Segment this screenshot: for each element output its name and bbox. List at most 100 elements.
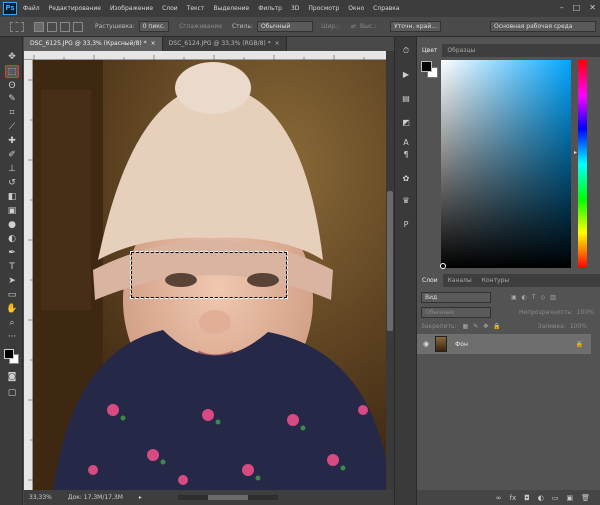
- dodge-tool-icon[interactable]: ◐: [5, 233, 19, 246]
- menu-help[interactable]: Справка: [373, 5, 399, 12]
- menu-window[interactable]: Окно: [348, 5, 364, 12]
- canvas-photo[interactable]: [33, 60, 386, 490]
- eraser-tool-icon[interactable]: ◧: [5, 191, 19, 204]
- properties-panel-icon[interactable]: ▤: [399, 93, 413, 105]
- menu-3d[interactable]: 3D: [291, 5, 299, 12]
- tab-color[interactable]: Цвет: [417, 44, 443, 57]
- brush-tool-icon[interactable]: ✐: [5, 149, 19, 162]
- maximize-button[interactable]: □: [573, 3, 581, 12]
- trash-icon[interactable]: 🗑: [581, 494, 590, 502]
- tab-paths[interactable]: Контуры: [477, 274, 514, 287]
- menu-type[interactable]: Текст: [187, 5, 205, 12]
- swap-icon[interactable]: ⇄: [351, 23, 356, 30]
- style-label: Стиль:: [231, 23, 253, 30]
- opacity-value[interactable]: 100%: [577, 309, 594, 316]
- lock-icons[interactable]: ▦✎✥🔒: [463, 323, 506, 330]
- vertical-scrollbar[interactable]: [386, 51, 394, 490]
- fill-label: Заливка:: [537, 322, 566, 330]
- fx-icon[interactable]: fx: [510, 494, 517, 502]
- status-bar: 33,33% Док: 17,3M/17,3M ▸: [24, 490, 394, 505]
- adjustments-panel-icon[interactable]: ◩: [399, 117, 413, 129]
- pen-tool-icon[interactable]: ✒: [5, 247, 19, 260]
- history-panel-icon[interactable]: ⏱: [399, 45, 413, 57]
- menu-image[interactable]: Изображение: [110, 5, 153, 12]
- tab-swatches[interactable]: Образцы: [442, 44, 480, 57]
- group-icon[interactable]: ▭: [552, 494, 559, 502]
- new-selection-icon[interactable]: [34, 21, 44, 32]
- lock-label: Закрепить:: [421, 322, 457, 330]
- clone-stamp-tool-icon[interactable]: ⊥: [5, 163, 19, 176]
- link-icon[interactable]: ∞: [496, 494, 502, 502]
- vertical-ruler: [24, 60, 33, 490]
- paths-panel-icon[interactable]: P: [399, 219, 413, 231]
- document-tab[interactable]: DSC_6124.JPG @ 33,3% (RGB/8) * ×: [162, 37, 287, 51]
- move-tool-icon[interactable]: ✥: [5, 51, 19, 64]
- menu-file[interactable]: Файл: [23, 5, 40, 12]
- add-selection-icon[interactable]: [47, 21, 57, 32]
- tab-layers[interactable]: Слои: [417, 274, 443, 287]
- brush-presets-icon[interactable]: ✿: [399, 173, 413, 185]
- zoom-level[interactable]: 33,33%: [29, 494, 52, 501]
- character-panel-icon[interactable]: A: [399, 137, 413, 149]
- color-picker-field[interactable]: [441, 60, 571, 268]
- eye-icon[interactable]: ◉: [423, 340, 429, 348]
- hue-slider[interactable]: [578, 60, 587, 268]
- history-brush-tool-icon[interactable]: ↺: [5, 177, 19, 190]
- tab-channels[interactable]: Каналы: [443, 274, 477, 287]
- fill-value[interactable]: 100%: [570, 323, 587, 330]
- clone-source-icon[interactable]: ♛: [399, 195, 413, 207]
- hue-slider-handle[interactable]: ▸: [574, 149, 577, 156]
- crop-tool-icon[interactable]: ⌗: [5, 107, 19, 120]
- type-tool-icon[interactable]: T: [5, 261, 19, 274]
- menu-layers[interactable]: Слои: [162, 5, 178, 12]
- paragraph-panel-icon[interactable]: ¶: [399, 149, 413, 161]
- subtract-selection-icon[interactable]: [60, 21, 70, 32]
- mask-icon[interactable]: ◘: [524, 494, 530, 502]
- lasso-tool-icon[interactable]: ʘ: [5, 80, 19, 93]
- intersect-selection-icon[interactable]: [73, 21, 83, 32]
- tab-close-icon[interactable]: ×: [275, 40, 280, 47]
- hand-tool-icon[interactable]: ✋: [5, 303, 19, 316]
- feather-input[interactable]: 0 пикс.: [138, 21, 170, 32]
- horizontal-ruler: [24, 51, 386, 60]
- status-arrow-icon[interactable]: ▸: [139, 494, 142, 501]
- menu-edit[interactable]: Редактирование: [49, 5, 101, 12]
- quick-selection-tool-icon[interactable]: ✎: [5, 93, 19, 106]
- color-picker-cursor[interactable]: [440, 263, 446, 269]
- menu-view[interactable]: Просмотр: [308, 5, 339, 12]
- layer-filter-icons[interactable]: ▣◐T◇▥: [511, 294, 561, 301]
- opacity-label: Непрозрачность:: [519, 308, 573, 316]
- color-panel-swatches[interactable]: [421, 61, 439, 79]
- blur-tool-icon[interactable]: ●: [5, 219, 19, 232]
- style-select[interactable]: Обычный: [256, 21, 313, 32]
- eyedropper-tool-icon[interactable]: ⟋: [5, 121, 19, 134]
- healing-brush-tool-icon[interactable]: ✚: [5, 135, 19, 148]
- document-tab-active[interactable]: DSC_6125.JPG @ 33,3% (Красный/8) * ×: [24, 37, 163, 51]
- collapsed-panels-dock: ⏱ ▶ ▤ ◩ A ¶ ✿ ♛ P: [394, 37, 416, 505]
- blend-mode-select[interactable]: Обычные: [421, 306, 491, 318]
- quick-mask-icon[interactable]: ◙: [5, 371, 19, 384]
- layer-row-background[interactable]: ◉ Фон 🔒: [417, 334, 591, 354]
- width-label: Шир.:: [320, 23, 340, 30]
- actions-panel-icon[interactable]: ▶: [399, 69, 413, 81]
- more-tools-icon[interactable]: ···: [5, 331, 19, 344]
- new-layer-icon[interactable]: ▣: [566, 494, 573, 502]
- path-selection-tool-icon[interactable]: ➤: [5, 275, 19, 288]
- refine-edge-button[interactable]: Уточн. край...: [390, 21, 441, 32]
- rectangle-tool-icon[interactable]: ▭: [5, 289, 19, 302]
- antialias-checkbox[interactable]: Сглаживание: [179, 23, 222, 30]
- minimize-button[interactable]: –: [560, 3, 564, 12]
- tab-close-icon[interactable]: ×: [151, 40, 156, 47]
- screen-mode-icon[interactable]: ▢: [5, 387, 19, 400]
- layer-filter-select[interactable]: Вид: [421, 291, 491, 303]
- zoom-tool-icon[interactable]: ⌕: [5, 317, 19, 330]
- menu-select[interactable]: Выделение: [213, 5, 249, 12]
- scroll-thumb[interactable]: [387, 191, 393, 331]
- menu-filter[interactable]: Фильтр: [258, 5, 282, 12]
- gradient-tool-icon[interactable]: ▣: [5, 205, 19, 218]
- close-button[interactable]: ✕: [589, 3, 596, 12]
- rectangular-marquee-tool-icon[interactable]: ⬚: [5, 65, 19, 78]
- marquee-preset-icon[interactable]: [10, 21, 24, 32]
- adjustment-layer-icon[interactable]: ◐: [538, 494, 544, 502]
- workspace-select[interactable]: Основная рабочая среда: [490, 21, 596, 32]
